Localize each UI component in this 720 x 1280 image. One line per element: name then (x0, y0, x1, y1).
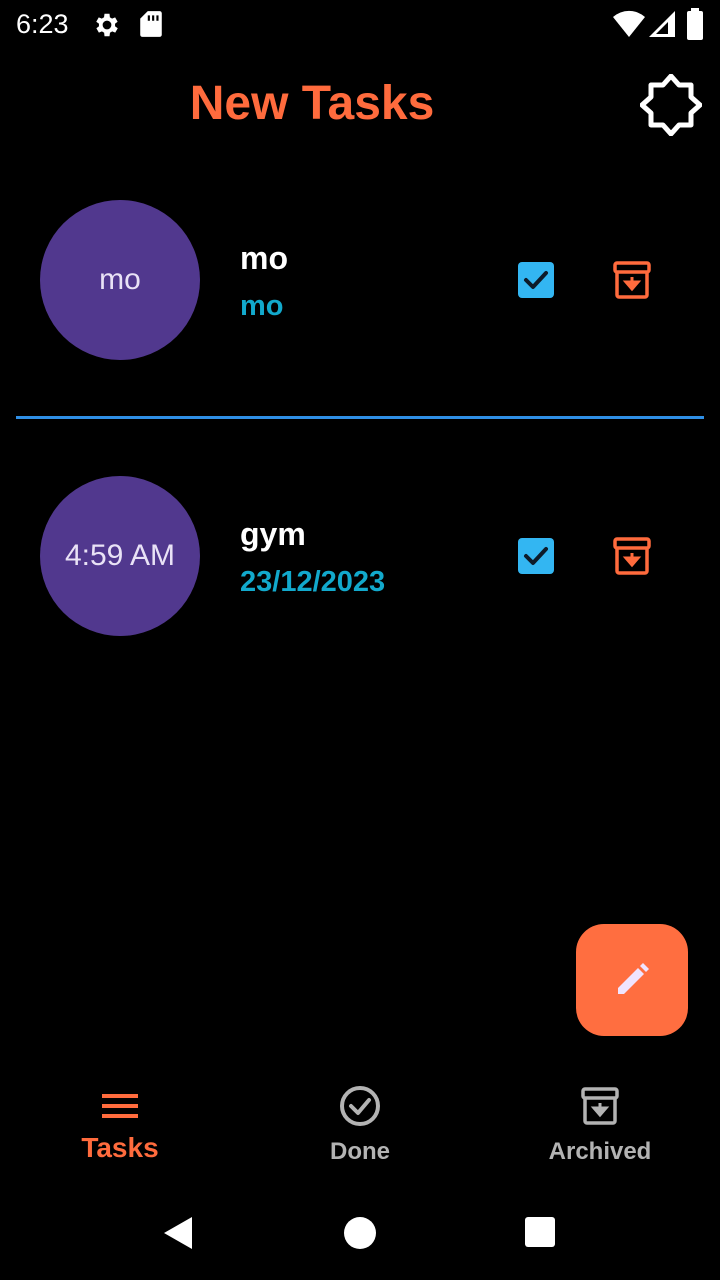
recents-square-icon[interactable] (525, 1217, 555, 1247)
checkbox-checked-icon (524, 547, 548, 565)
system-navigation-bar (0, 1184, 720, 1280)
checkbox-checked-icon (524, 271, 548, 289)
page-title: New Tasks (189, 77, 435, 130)
task-date: mo (240, 290, 284, 322)
archive-icon[interactable] (610, 258, 654, 302)
check-circle-icon (340, 1086, 380, 1126)
archive-icon[interactable] (610, 534, 654, 578)
status-bar: 6:23 (0, 0, 720, 48)
mark-done-button[interactable] (518, 538, 554, 574)
task-divider (16, 416, 704, 419)
nav-tab-archived[interactable]: Archived (480, 1064, 720, 1184)
nav-label-archived: Archived (548, 1138, 652, 1165)
task-item[interactable]: 4:59 AM gym 23/12/2023 (0, 476, 720, 636)
archive-icon (581, 1087, 619, 1125)
status-time: 6:23 (16, 9, 69, 39)
task-time-avatar: 4:59 AM (40, 476, 200, 636)
mark-done-button[interactable] (518, 262, 554, 298)
task-item[interactable]: mo mo mo (0, 200, 720, 360)
task-title: gym (240, 516, 306, 552)
edit-pencil-icon (618, 963, 649, 994)
task-title: mo (240, 240, 288, 276)
app-screen: 6:23 New Tasks mo mo mo 4:59 AM gym 23/1… (0, 0, 720, 1280)
add-task-fab[interactable] (576, 924, 688, 1036)
sd-card-icon (140, 11, 162, 37)
nav-tab-tasks[interactable]: Tasks (0, 1064, 240, 1184)
gear-icon (96, 13, 118, 37)
task-time-avatar: mo (40, 200, 200, 360)
bottom-navigation: Tasks Done Archived (0, 1064, 720, 1184)
nav-label-done: Done (330, 1138, 390, 1165)
brightness-moon-icon[interactable] (640, 74, 702, 136)
nav-label-tasks: Tasks (81, 1132, 159, 1163)
cell-signal-icon (649, 11, 675, 37)
back-triangle-icon[interactable] (162, 1216, 194, 1250)
battery-icon (687, 8, 703, 40)
task-date: 23/12/2023 (240, 566, 386, 598)
nav-tab-done[interactable]: Done (240, 1064, 480, 1184)
wifi-icon (613, 10, 645, 37)
menu-lines-icon (102, 1094, 138, 1118)
home-circle-icon[interactable] (344, 1217, 376, 1249)
